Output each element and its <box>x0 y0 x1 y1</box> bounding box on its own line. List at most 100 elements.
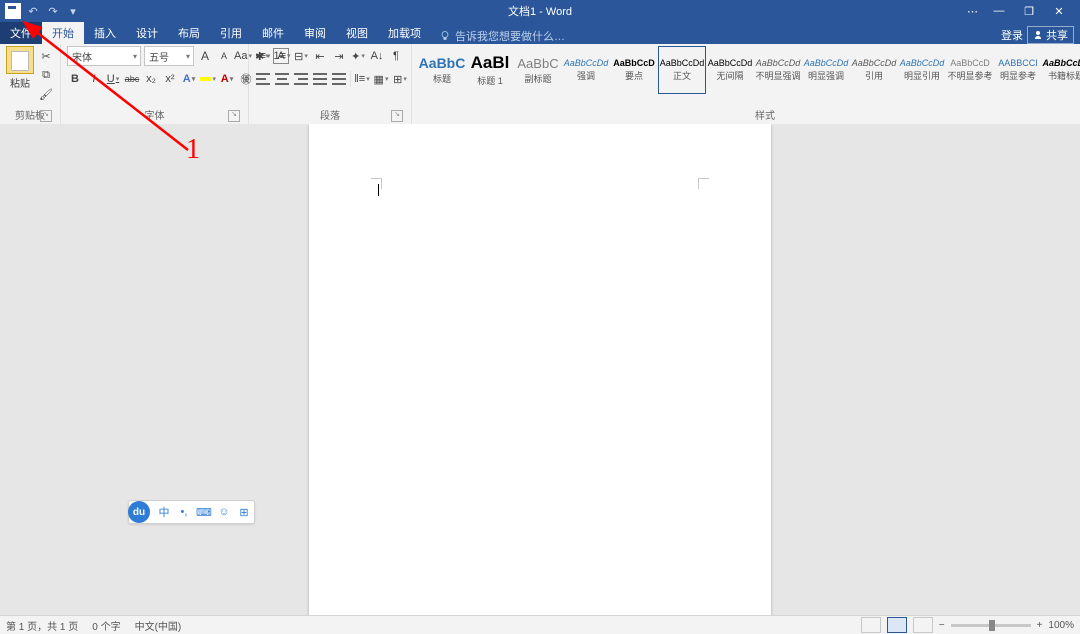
styles-gallery[interactable]: AaBbC标题AaBl标题 1AaBbC副标题AaBbCcDd强调AaBbCcD… <box>418 46 1080 94</box>
status-language[interactable]: 中文(中国) <box>135 618 182 633</box>
tab-home[interactable]: 开始 <box>42 22 84 44</box>
style-item-no[interactable]: AaBbCcDd无间隔 <box>706 46 754 94</box>
tab-review[interactable]: 审阅 <box>294 22 336 44</box>
maximize-button[interactable]: ❐ <box>1014 0 1044 22</box>
style-item-se[interactable]: AaBbCcDd不明显强调 <box>754 46 802 94</box>
underline-button[interactable]: U <box>105 71 121 87</box>
share-button[interactable]: 共享 <box>1027 26 1074 44</box>
tab-view[interactable]: 视图 <box>336 22 378 44</box>
tell-me-search[interactable]: 告诉我您想要做什么… <box>439 28 565 44</box>
signin-link[interactable]: 登录 <box>1001 27 1023 43</box>
shading-button[interactable]: ▦ <box>373 71 389 87</box>
tab-mail[interactable]: 邮件 <box>252 22 294 44</box>
tab-references[interactable]: 引用 <box>210 22 252 44</box>
ribbon-display-options[interactable]: ⋯ <box>967 5 978 18</box>
quick-access-toolbar: ↶ ↷ ▾ <box>0 2 86 20</box>
style-item-bt[interactable]: AaBbCcDd书籍标题 <box>1042 46 1080 94</box>
shrink-font-button[interactable]: A <box>216 48 232 64</box>
align-center-button[interactable] <box>274 71 290 87</box>
font-size-combo[interactable]: 五号 <box>144 46 194 66</box>
paste-button[interactable]: 粘贴 <box>6 46 34 90</box>
tab-layout[interactable]: 布局 <box>168 22 210 44</box>
zoom-slider[interactable] <box>951 624 1031 627</box>
ime-toolbar[interactable]: du 中 •, ⌨ ☺ ⊞ <box>128 500 255 524</box>
font-name-combo[interactable]: 宋体 <box>67 46 141 66</box>
highlight-button[interactable] <box>200 71 216 87</box>
multilevel-button[interactable]: ⊟ <box>293 48 309 64</box>
strike-button[interactable]: abc <box>124 71 140 87</box>
bullets-button[interactable]: •≡ <box>255 48 271 64</box>
zoom-in-button[interactable]: + <box>1037 620 1043 631</box>
asian-layout-button[interactable]: ✦ <box>350 48 366 64</box>
document-page[interactable] <box>309 124 771 616</box>
paragraph-dialog-launcher[interactable]: ↘ <box>391 110 403 122</box>
sort-button[interactable]: A↓ <box>369 48 385 64</box>
status-word-count[interactable]: 0 个字 <box>92 618 120 633</box>
show-marks-button[interactable]: ¶ <box>388 48 404 64</box>
tab-addins[interactable]: 加载项 <box>378 22 431 44</box>
line-spacing-button[interactable]: ‖≡ <box>354 71 370 87</box>
qat-more-button[interactable]: ▾ <box>64 2 82 20</box>
borders-button[interactable]: ⊞ <box>392 71 408 87</box>
style-item-t[interactable]: AaBbC标题 <box>418 46 466 94</box>
decrease-indent-button[interactable]: ⇤ <box>312 48 328 64</box>
style-item-sr[interactable]: AaBbCcD不明显参考 <box>946 46 994 94</box>
paste-icon <box>6 46 34 74</box>
align-distribute-button[interactable] <box>331 71 347 87</box>
tab-design[interactable]: 设计 <box>126 22 168 44</box>
style-preview: AaBbCcDd <box>660 58 705 68</box>
ime-emoji-button[interactable]: ☺ <box>214 506 234 518</box>
font-dialog-launcher[interactable]: ↘ <box>228 110 240 122</box>
align-right-button[interactable] <box>293 71 309 87</box>
font-color-button[interactable]: A <box>219 71 235 87</box>
style-name-label: 无间隔 <box>716 69 743 82</box>
minimize-button[interactable]: — <box>984 0 1014 22</box>
cut-button[interactable]: ✂ <box>38 48 54 64</box>
view-web-button[interactable] <box>913 617 933 633</box>
grow-font-button[interactable]: A <box>197 48 213 64</box>
ime-lang-button[interactable]: 中 <box>154 504 174 520</box>
style-item-q[interactable]: AaBbCcDd引用 <box>850 46 898 94</box>
baidu-ime-icon[interactable]: du <box>128 501 150 523</box>
text-effects-button[interactable]: A <box>181 71 197 87</box>
style-item-str[interactable]: AaBbCcD要点 <box>610 46 658 94</box>
align-justify-button[interactable] <box>312 71 328 87</box>
redo-button[interactable]: ↷ <box>44 2 62 20</box>
style-preview: AABBCCI <box>998 58 1038 68</box>
superscript-button[interactable]: x² <box>162 71 178 87</box>
view-readmode-button[interactable] <box>861 617 881 633</box>
view-print-button[interactable] <box>887 617 907 633</box>
copy-button[interactable]: ⧉ <box>38 67 54 83</box>
format-painter-button[interactable]: 🖌 <box>38 86 54 102</box>
style-preview: AaBbCcDd <box>852 58 897 68</box>
numbering-button[interactable]: 1≡ <box>274 48 290 64</box>
style-preview: AaBbC <box>517 56 558 71</box>
status-page[interactable]: 第 1 页，共 1 页 <box>6 618 78 633</box>
style-item-em[interactable]: AaBbCcDd强调 <box>562 46 610 94</box>
style-item-nrm[interactable]: AaBbCcDd正文 <box>658 46 706 94</box>
style-item-iq[interactable]: AaBbCcDd明显引用 <box>898 46 946 94</box>
increase-indent-button[interactable]: ⇥ <box>331 48 347 64</box>
zoom-level[interactable]: 100% <box>1048 620 1074 631</box>
tab-insert[interactable]: 插入 <box>84 22 126 44</box>
undo-button[interactable]: ↶ <box>24 2 42 20</box>
ime-tools-button[interactable]: ⊞ <box>234 506 254 519</box>
style-item-t1[interactable]: AaBl标题 1 <box>466 46 514 94</box>
bold-button[interactable]: B <box>67 71 83 87</box>
subscript-button[interactable]: x₂ <box>143 71 159 87</box>
style-item-ie[interactable]: AaBbCcDd明显强调 <box>802 46 850 94</box>
close-button[interactable]: ✕ <box>1044 0 1074 22</box>
align-left-button[interactable] <box>255 71 271 87</box>
ime-punct-button[interactable]: •, <box>174 506 194 518</box>
save-button[interactable] <box>4 2 22 20</box>
style-preview: AaBbCcDd <box>756 58 801 68</box>
group-label-paragraph: 段落 ↘ <box>255 106 405 124</box>
document-area[interactable] <box>0 124 1080 616</box>
style-item-ir[interactable]: AABBCCI明显参考 <box>994 46 1042 94</box>
clipboard-dialog-launcher[interactable]: ↘ <box>40 110 52 122</box>
tab-file[interactable]: 文件 <box>0 22 42 44</box>
italic-button[interactable]: I <box>86 71 102 87</box>
zoom-out-button[interactable]: − <box>939 620 945 631</box>
ime-softkbd-button[interactable]: ⌨ <box>194 506 214 519</box>
style-item-sub[interactable]: AaBbC副标题 <box>514 46 562 94</box>
